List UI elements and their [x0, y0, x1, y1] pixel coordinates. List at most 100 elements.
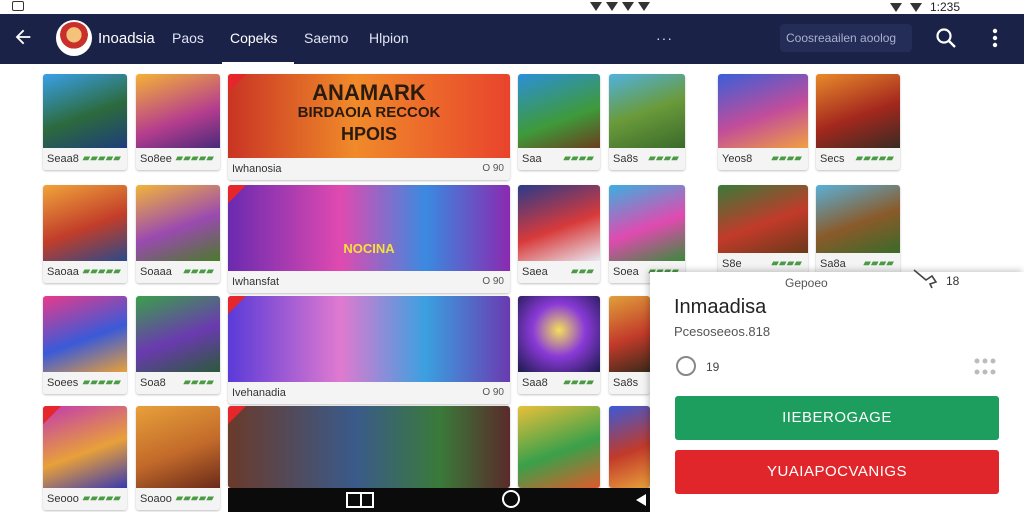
option-radio[interactable] [676, 356, 696, 376]
game-art [228, 406, 510, 488]
sale-ribbon [228, 406, 246, 424]
status-time: 1:235 [930, 0, 961, 14]
game-tile[interactable]: Soaoo ▰▰▰▰▰ [136, 406, 220, 510]
game-tile[interactable]: Saa ▰▰▰▰ [518, 74, 600, 170]
game-tile[interactable]: Soea▰▰▰▰ [609, 185, 685, 283]
tab-saemo[interactable]: Saemo [304, 30, 348, 46]
install-sheet: Gepoeo 18 Inmaadisa Pcesoseeos.818 19 II… [650, 269, 1024, 512]
game-tile[interactable]: So8ee ▰▰▰▰▰ [136, 74, 220, 170]
tile-caption: Soaaa ▰▰▰▰ [136, 261, 220, 283]
status-bar: 1:235 [0, 0, 1024, 14]
game-art: NOCINA [228, 185, 510, 271]
game-tile[interactable]: Saa8 ▰▰▰▰ [518, 296, 600, 394]
game-tile[interactable]: Seaa8 ▰▰▰▰▰ [43, 74, 127, 170]
tab-overflow[interactable]: ··· [656, 30, 673, 46]
game-tile[interactable]: Soaaa ▰▰▰▰ [136, 185, 220, 283]
game-art [816, 74, 900, 148]
primary-action-button[interactable]: IIEBEROGAGE [675, 396, 999, 440]
home-icon[interactable] [502, 490, 520, 508]
featured-banner[interactable]: NOCINA Iwhansfat O 90 [228, 185, 510, 293]
secondary-action-button[interactable]: YUAIAPOCVANIGS [675, 450, 999, 494]
tile-caption: Yeos8 ▰▰▰▰ [718, 148, 808, 170]
tile-caption: Soa8 ▰▰▰▰ [136, 372, 220, 394]
sheet-header-count: 18 [946, 274, 960, 288]
search-input[interactable]: Coosreaailen aoolog [780, 24, 912, 52]
tile-caption: So8ee ▰▰▰▰▰ [136, 148, 220, 170]
tile-caption: Sa8s [609, 372, 650, 394]
more-vertical-icon[interactable] [988, 26, 1002, 50]
tile-caption: Seooo ▰▰▰▰▰ [43, 488, 127, 510]
signal-icon [910, 2, 922, 12]
tab-paos[interactable]: Paos [172, 30, 204, 46]
search-icon[interactable] [934, 26, 958, 50]
tab-copeks[interactable]: Copeks [230, 30, 277, 46]
game-art [609, 406, 650, 488]
wifi-icon [890, 2, 902, 12]
game-tile[interactable]: Secs ▰▰▰▰▰ [816, 74, 900, 170]
wifi-icon [606, 1, 618, 11]
game-art [518, 406, 600, 488]
game-art [136, 74, 220, 148]
game-art [718, 74, 808, 148]
featured-banner[interactable] [228, 406, 510, 488]
featured-banner[interactable]: ANAMARK BIRDAOIA RECCOK HPOIS Iwhanosia O… [228, 74, 510, 180]
game-tile[interactable]: Saea ▰▰▰ [518, 185, 600, 283]
cursor-icon[interactable] [912, 268, 940, 290]
recents-icon[interactable] [346, 492, 374, 508]
tile-caption: Secs ▰▰▰▰▰ [816, 148, 900, 170]
game-tile[interactable]: S8e ▰▰▰▰ [718, 185, 808, 275]
sale-ribbon [228, 296, 246, 314]
system-nav-bar [228, 488, 650, 512]
tile-caption: Seaa8 ▰▰▰▰▰ [43, 148, 127, 170]
sale-ribbon [228, 185, 246, 203]
tile-caption: Saa8 ▰▰▰▰ [518, 372, 600, 394]
sale-ribbon [43, 406, 61, 424]
option-radio-label: 19 [706, 360, 720, 374]
game-tile[interactable] [518, 406, 600, 488]
sheet-title: Inmaadisa [674, 296, 767, 318]
game-tile[interactable]: Sa8s [609, 296, 650, 394]
game-art [136, 185, 220, 261]
game-tile[interactable]: Soa8 ▰▰▰▰ [136, 296, 220, 394]
game-art [228, 296, 510, 382]
sheet-header-label: Gepoeo [785, 276, 828, 290]
game-art [43, 406, 127, 488]
signal-icon [590, 1, 602, 11]
game-art [43, 74, 127, 148]
featured-banner[interactable]: Ivehanadia O 90 [228, 296, 510, 404]
game-tile[interactable]: Yeos8 ▰▰▰▰ [718, 74, 808, 170]
banner-label: NOCINA [343, 241, 395, 256]
tile-caption: Saa ▰▰▰▰ [518, 148, 600, 170]
game-art [609, 185, 685, 261]
back-icon[interactable] [636, 494, 646, 506]
game-art [816, 185, 900, 253]
game-art [43, 296, 127, 372]
grid-dots-icon[interactable] [972, 356, 998, 378]
tab-hlpion[interactable]: Hlpion [369, 30, 409, 46]
game-art [136, 296, 220, 372]
game-art [518, 74, 600, 148]
game-tile[interactable]: Sa8s ▰▰▰▰ [609, 74, 685, 170]
game-tile[interactable] [609, 406, 650, 488]
sheet-subtitle: Pcesoseeos.818 [674, 324, 771, 339]
app-bar: Inoadsia Paos Copeks Saemo Hlpion ··· Co… [0, 14, 1024, 65]
back-arrow-icon[interactable] [12, 26, 34, 48]
status-icons [590, 0, 650, 12]
tile-caption: Saoaa ▰▰▰▰▰ [43, 261, 127, 283]
game-art [136, 406, 220, 488]
game-art [43, 185, 127, 261]
game-art [609, 296, 650, 372]
game-tile[interactable]: Soees ▰▰▰▰▰ [43, 296, 127, 394]
game-art [518, 185, 600, 261]
game-art [609, 74, 685, 148]
network-icon [638, 1, 650, 11]
game-tile[interactable]: Seooo ▰▰▰▰▰ [43, 406, 127, 510]
game-tile[interactable]: Sa8a ▰▰▰▰ [816, 185, 900, 275]
tile-caption: Ivehanadia O 90 [228, 382, 510, 404]
game-art [718, 185, 808, 253]
status-right: 1:235 [890, 0, 960, 14]
game-tile[interactable]: Saoaa ▰▰▰▰▰ [43, 185, 127, 283]
banner-subtitle: HPOIS [340, 124, 397, 144]
game-art [518, 296, 600, 372]
tile-caption: Iwhansfat O 90 [228, 271, 510, 293]
